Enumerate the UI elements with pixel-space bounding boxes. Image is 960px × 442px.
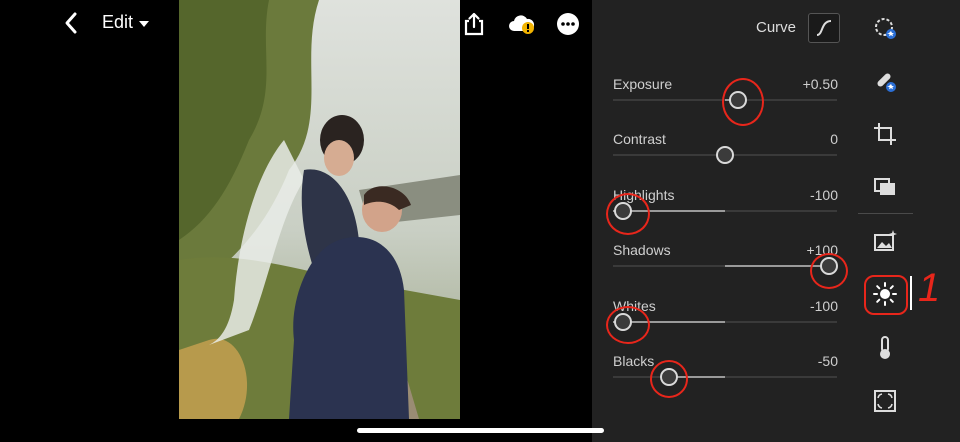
share-icon[interactable] [461,11,487,37]
slider-label: Exposure [613,76,673,92]
slider-thumb[interactable] [820,257,838,275]
presets-icon[interactable] [872,174,898,200]
slider-label: Shadows [613,242,671,258]
slider-track[interactable] [613,91,837,109]
curve-icon[interactable] [808,13,840,43]
edit-mode-dropdown[interactable]: Edit [102,12,150,33]
caret-down-icon [139,20,150,27]
edit-label: Edit [102,12,134,32]
color-temperature-icon[interactable] [872,335,898,361]
curve-label: Curve [756,19,797,36]
slider-value: +100 [806,242,838,258]
toolbar-divider [858,213,913,214]
crop-icon[interactable] [872,121,898,147]
slider-value: +0.50 [802,76,838,92]
slider-track[interactable] [613,257,838,275]
slider-label: Whites [613,298,656,314]
slider-track[interactable] [613,146,837,164]
slider-track[interactable] [613,368,837,386]
back-chevron-icon[interactable] [60,10,84,36]
annotation-number: 1 [918,266,941,310]
slider-thumb[interactable] [716,146,734,164]
selective-brush-icon[interactable] [872,68,898,94]
auto-icon[interactable] [872,228,898,254]
light-icon[interactable] [872,281,898,307]
slider-label: Highlights [613,187,675,203]
slider-thumb[interactable] [660,368,678,386]
slider-value: -100 [809,187,838,203]
vignette-icon[interactable] [872,388,898,414]
slider-value: -50 [817,353,838,369]
slider-thumb[interactable] [614,202,632,220]
slider-thumb[interactable] [614,313,632,331]
healing-brush-icon[interactable] [872,15,898,41]
slider-label: Contrast [613,131,666,147]
photo-canvas[interactable] [179,0,460,419]
slider-track[interactable] [613,202,837,220]
home-indicator[interactable] [357,428,604,433]
slider-value: -100 [809,298,838,314]
slider-value: 0 [830,131,838,147]
slider-label: Blacks [613,353,655,369]
annotation-cursor-bar [910,276,912,310]
cloud-sync-warning-icon[interactable] [507,11,537,37]
more-icon[interactable] [555,11,581,37]
slider-track[interactable] [613,313,837,331]
